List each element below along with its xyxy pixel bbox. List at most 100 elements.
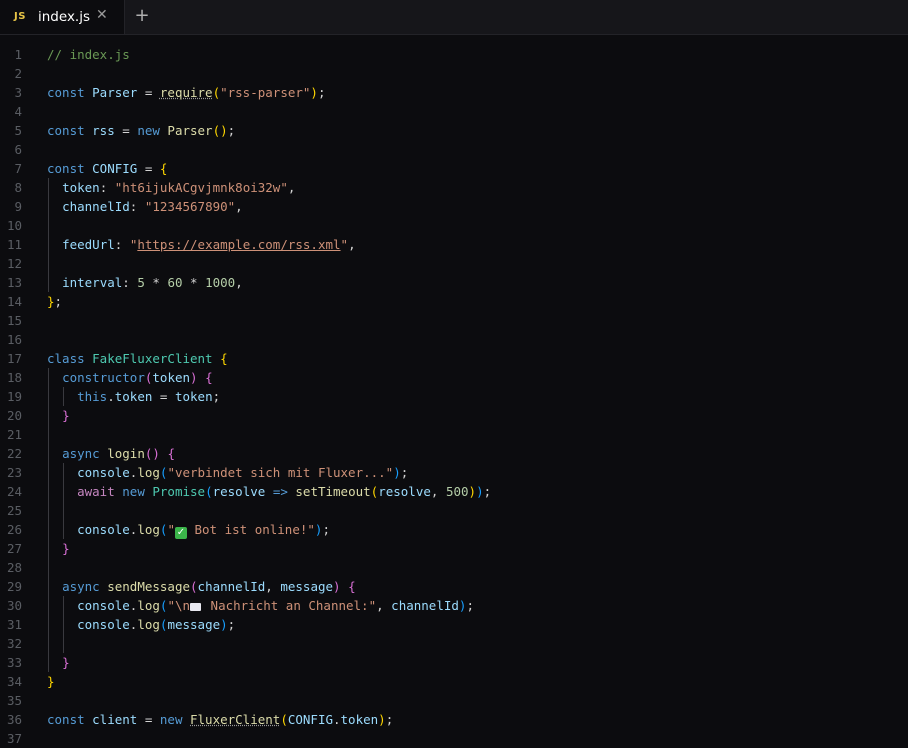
code-line[interactable]: 4 [0, 102, 908, 121]
code-token: new [137, 123, 168, 138]
code-token: } [62, 541, 70, 556]
code-line[interactable]: 15 [0, 311, 908, 330]
code-token: , [235, 275, 243, 290]
code-token: "\n [167, 598, 191, 613]
code-line[interactable]: 5 const rss = new Parser(); [0, 121, 908, 140]
tab-label: index.js [38, 9, 91, 25]
code-token: = [114, 123, 138, 138]
line-number: 12 [6, 256, 22, 271]
code-token: channelId [197, 579, 266, 594]
code-token: ; [227, 617, 236, 632]
code-token: ) [476, 484, 484, 499]
line-number: 10 [6, 218, 22, 233]
code-line[interactable]: 8 token: "ht6ijukACgvjmnk8oi32w", [0, 178, 908, 197]
code-token: log [137, 522, 160, 537]
code-line[interactable]: 29 async sendMessage(channelId, message)… [0, 577, 908, 596]
code-token: ; [385, 712, 394, 727]
code-line[interactable]: 34} [0, 672, 908, 691]
code-line[interactable]: 13 interval: 5 * 60 * 1000, [0, 273, 908, 292]
code-token: CONFIG [287, 712, 333, 727]
plus-icon[interactable]: + [134, 5, 150, 27]
code-line[interactable]: 28 [0, 558, 908, 577]
line-number: 31 [6, 617, 22, 632]
code-line[interactable]: 2 [0, 64, 908, 83]
code-line[interactable]: 12 [0, 254, 908, 273]
code-line[interactable]: 17 class FakeFluxerClient { [0, 349, 908, 368]
code-token: : [99, 180, 115, 195]
code-text: async login() { [47, 444, 175, 463]
code-token: channelId [391, 598, 459, 613]
code-line[interactable]: 35 [0, 691, 908, 710]
code-line[interactable]: 14}; [0, 292, 908, 311]
code-token: this [77, 389, 108, 404]
code-token: ; [400, 465, 409, 480]
code-token: = [137, 712, 160, 727]
close-icon[interactable]: ✕ [96, 7, 108, 23]
code-token: ; [212, 389, 221, 404]
code-line[interactable]: 26 console.log(" ✓ Bot ist online!"); [0, 520, 908, 539]
code-line[interactable]: 25 [0, 501, 908, 520]
code-token: Nachricht an Channel:" [203, 598, 377, 613]
code-token: FakeFluxerClient [92, 351, 213, 366]
code-text: } [47, 539, 70, 558]
code-line[interactable]: 3 const Parser = require("rss-parser"); [0, 83, 908, 102]
code-line[interactable]: 23 console.log("verbindet sich mit Fluxe… [0, 463, 908, 482]
line-number: 8 [14, 180, 22, 195]
code-text: const CONFIG = { [47, 159, 167, 178]
code-text: console.log(message); [47, 615, 235, 634]
code-line[interactable]: 32 [0, 634, 908, 653]
code-line[interactable]: 36 const client = new FluxerClient(CONFIG… [0, 710, 908, 729]
code-line[interactable]: 22 async login() { [0, 444, 908, 463]
code-line[interactable]: 37 [0, 729, 908, 748]
line-number: 29 [6, 579, 22, 594]
code-token: ( [205, 484, 213, 499]
code-line[interactable]: 24 await new Promise(resolve => setTimeo… [0, 482, 908, 501]
code-token: " [167, 522, 175, 537]
code-token: "1234567890" [144, 199, 236, 214]
line-number: 6 [14, 142, 22, 157]
code-line[interactable]: 1 // index.js [0, 45, 908, 64]
code-text: console.log("\n Nachricht an Channel:", … [47, 596, 474, 615]
code-line[interactable]: 16 [0, 330, 908, 349]
code-line[interactable]: 19 this.token = token; [0, 387, 908, 406]
code-token: token [152, 370, 191, 385]
code-line[interactable]: 21 [0, 425, 908, 444]
code-line[interactable]: 9 channelId: "1234567890", [0, 197, 908, 216]
code-line[interactable]: 30 console.log("\n Nachricht an Channel:… [0, 596, 908, 615]
code-text: } [47, 672, 55, 691]
code-token: new [159, 712, 190, 727]
code-token: Parser [167, 123, 213, 138]
code-token: channelId [62, 199, 130, 214]
code-text: console.log(" ✓ Bot ist online!"); [47, 520, 330, 539]
code-line[interactable]: 31 console.log(message); [0, 615, 908, 634]
code-line[interactable]: 20 } [0, 406, 908, 425]
code-line[interactable]: 18 constructor(token) { [0, 368, 908, 387]
code-line[interactable]: 10 [0, 216, 908, 235]
line-number: 9 [14, 199, 22, 214]
code-token: "rss-parser" [220, 85, 311, 100]
code-line[interactable]: 27 } [0, 539, 908, 558]
tab-index-js[interactable]: JS index.js ✕ [0, 0, 125, 34]
code-token: "ht6ijukACgvjmnk8oi32w" [114, 180, 288, 195]
code-token: console [77, 522, 130, 537]
code-token: sendMessage [107, 579, 191, 594]
code-token: ( [212, 85, 221, 100]
code-token: } [62, 655, 70, 670]
code-token: : [129, 199, 145, 214]
code-line[interactable]: 7 const CONFIG = { [0, 159, 908, 178]
line-number: 2 [14, 66, 22, 81]
code-line[interactable]: 11 feedUrl: "https://example.com/rss.xml… [0, 235, 908, 254]
code-token: rss [92, 123, 115, 138]
line-number: 15 [6, 313, 22, 328]
code-token: message [167, 617, 221, 632]
code-editor[interactable]: 1// index.js 2 3 const Parser = require("rs… [0, 45, 908, 746]
code-token: } [62, 408, 70, 423]
code-line[interactable]: 33 } [0, 653, 908, 672]
code-line[interactable]: 6 [0, 140, 908, 159]
